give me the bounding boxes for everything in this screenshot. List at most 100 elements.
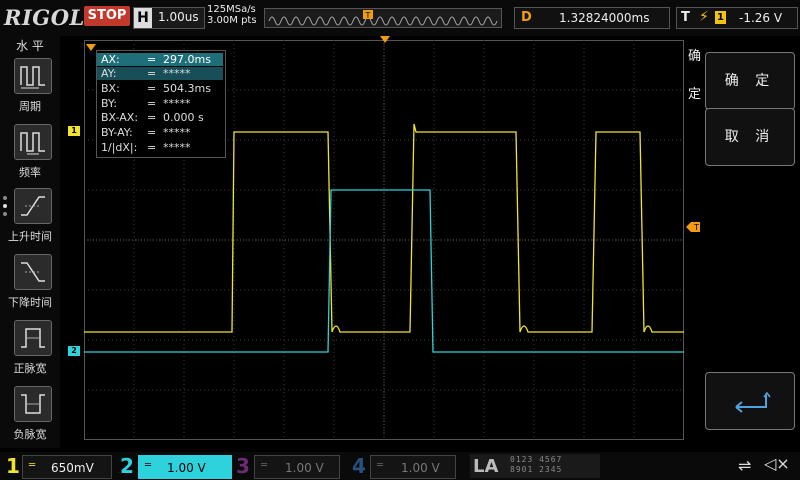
ch2-coupling: ═ bbox=[145, 460, 152, 471]
cursor-value: 504.3ms bbox=[163, 82, 211, 95]
cursor-value: ***** bbox=[163, 97, 191, 110]
delay-label: D bbox=[521, 10, 532, 25]
cursor-key: BX: bbox=[101, 82, 120, 95]
fall-time-label: 下降时间 bbox=[8, 296, 52, 309]
memory-overview-waveform: T bbox=[268, 10, 498, 26]
menu-title: 水 平 bbox=[16, 39, 44, 53]
horizontal-menu: 水 平 周期 频率 上升时间 下降时间 正脉宽 负脉宽 bbox=[0, 36, 60, 448]
speaker-muted-icon[interactable]: ◁× bbox=[764, 454, 790, 473]
ch4-scale: 1.00 V bbox=[401, 461, 440, 475]
trigger-level: -1.26 V bbox=[739, 11, 783, 25]
cursor-eq: = bbox=[147, 67, 157, 80]
rise-time-icon bbox=[21, 196, 45, 216]
timebase-value: 1.00us bbox=[158, 10, 199, 24]
cancel-label: 取 消 bbox=[724, 129, 776, 145]
frequency-button[interactable] bbox=[14, 124, 52, 160]
cursor-eq: = bbox=[147, 141, 157, 154]
svg-text:T: T bbox=[693, 223, 699, 232]
brand-logo: RIGOL bbox=[4, 5, 85, 30]
cursor-key: BY: bbox=[101, 97, 117, 110]
ch3-number[interactable]: 3 bbox=[236, 454, 250, 478]
la-label: LA bbox=[473, 456, 499, 477]
ch1-number[interactable]: 1 bbox=[6, 454, 20, 478]
positive-width-button[interactable] bbox=[14, 320, 52, 356]
ch1-box[interactable]: ═ 650mV bbox=[22, 455, 112, 479]
ch4-coupling: ═ bbox=[377, 460, 384, 471]
page-dot bbox=[3, 196, 7, 200]
la-row: 0123 4567 bbox=[510, 455, 563, 464]
reference-marker bbox=[86, 44, 96, 51]
enter-icon bbox=[735, 391, 771, 413]
delay-box[interactable]: D 1.32824000ms bbox=[514, 7, 670, 29]
cursor-value: 0.000 s bbox=[163, 111, 204, 124]
negative-width-label: 负脉宽 bbox=[13, 428, 47, 441]
la-channels: 0123 4567 8901 2345 bbox=[510, 455, 562, 475]
title-char: 确 bbox=[688, 49, 702, 64]
trigger-source-badge: 1 bbox=[715, 11, 726, 24]
memory-depth: 3.00M pts bbox=[207, 15, 257, 26]
ch3-scale: 1.00 V bbox=[285, 461, 324, 475]
cancel-button[interactable]: 取 消 bbox=[705, 108, 795, 166]
cursor-key: BX-AX: bbox=[101, 111, 139, 124]
delay-value: 1.32824000ms bbox=[559, 11, 650, 25]
memory-overview-bar[interactable]: T bbox=[264, 8, 502, 28]
page-dot bbox=[3, 212, 7, 216]
confirm-label: 确 定 bbox=[724, 73, 776, 89]
top-status-bar: RIGOL STOP H 1.00us 125MSa/s 3.00M pts T… bbox=[0, 0, 800, 36]
trigger-position-marker[interactable] bbox=[380, 36, 390, 44]
cursor-row-ax: AX: = 297.0ms bbox=[97, 53, 223, 66]
ch4-number[interactable]: 4 bbox=[352, 454, 366, 478]
run-stop-indicator[interactable]: STOP bbox=[84, 6, 130, 26]
cursor-eq: = bbox=[147, 126, 157, 139]
channel-2-marker[interactable]: 2 bbox=[68, 346, 80, 356]
negative-width-button[interactable] bbox=[14, 386, 52, 422]
page-dot-active bbox=[3, 204, 7, 208]
trigger-level-marker[interactable]: T bbox=[686, 222, 700, 232]
ch4-box[interactable]: ═ 1.00 V bbox=[370, 455, 456, 479]
cursor-eq: = bbox=[147, 82, 157, 95]
enter-button[interactable] bbox=[705, 372, 795, 430]
ch2-scale: 1.00 V bbox=[167, 461, 206, 475]
trigger-box[interactable]: T ⚡ 1 -1.26 V bbox=[676, 7, 798, 29]
timebase-label: H bbox=[134, 8, 152, 28]
cursor-value: ***** bbox=[163, 126, 191, 139]
title-char: 定 bbox=[688, 87, 702, 102]
rising-edge-icon: ⚡ bbox=[699, 9, 709, 25]
fall-time-button[interactable] bbox=[14, 254, 52, 290]
channel-1-marker[interactable]: 1 bbox=[68, 126, 80, 136]
fall-time-icon bbox=[21, 262, 45, 282]
frequency-label: 频率 bbox=[19, 166, 41, 179]
cursor-row-inv-dx: 1/|dX|: = ***** bbox=[97, 141, 223, 154]
ch1-coupling: ═ bbox=[29, 460, 36, 471]
positive-width-icon bbox=[21, 328, 45, 348]
cursor-row-by-ay: BY-AY: = ***** bbox=[97, 126, 223, 139]
ch2-box[interactable]: ═ 1.00 V bbox=[138, 455, 232, 479]
trigger-label: T bbox=[681, 10, 690, 25]
channel-status-bar: 1 ═ 650mV 2 ═ 1.00 V 3 ═ 1.00 V 4 ═ 1.00… bbox=[0, 452, 800, 480]
cursor-value: 297.0ms bbox=[163, 53, 211, 66]
cursor-value: ***** bbox=[163, 141, 191, 154]
cursor-eq: = bbox=[147, 97, 157, 110]
frequency-icon bbox=[20, 132, 45, 155]
cursor-row-ay: AY: = ***** bbox=[97, 67, 223, 80]
cursor-measurement-table: AX: = 297.0ms AY: = ***** BX: = 504.3ms … bbox=[96, 50, 226, 158]
period-icon bbox=[20, 66, 45, 89]
ch1-scale: 650mV bbox=[51, 461, 94, 475]
period-label: 周期 bbox=[19, 100, 41, 113]
rise-time-label: 上升时间 bbox=[8, 230, 52, 243]
la-row: 8901 2345 bbox=[510, 465, 563, 474]
sample-rate: 125MSa/s bbox=[207, 4, 256, 15]
negative-width-icon bbox=[21, 394, 45, 414]
cursor-key: BY-AY: bbox=[101, 126, 133, 139]
ch2-number[interactable]: 2 bbox=[120, 454, 134, 478]
cursor-key: 1/|dX|: bbox=[101, 141, 138, 154]
cursor-row-bx-ax: BX-AX: = 0.000 s bbox=[97, 111, 223, 124]
usb-icon: ⇌ bbox=[738, 456, 752, 475]
cursor-row-by: BY: = ***** bbox=[97, 97, 223, 110]
timebase-box[interactable]: H 1.00us bbox=[133, 7, 205, 29]
svg-text:T: T bbox=[365, 11, 371, 20]
ch3-box[interactable]: ═ 1.00 V bbox=[254, 455, 340, 479]
rise-time-button[interactable] bbox=[14, 188, 52, 224]
confirm-button[interactable]: 确 定 bbox=[705, 52, 795, 110]
period-button[interactable] bbox=[14, 58, 52, 94]
